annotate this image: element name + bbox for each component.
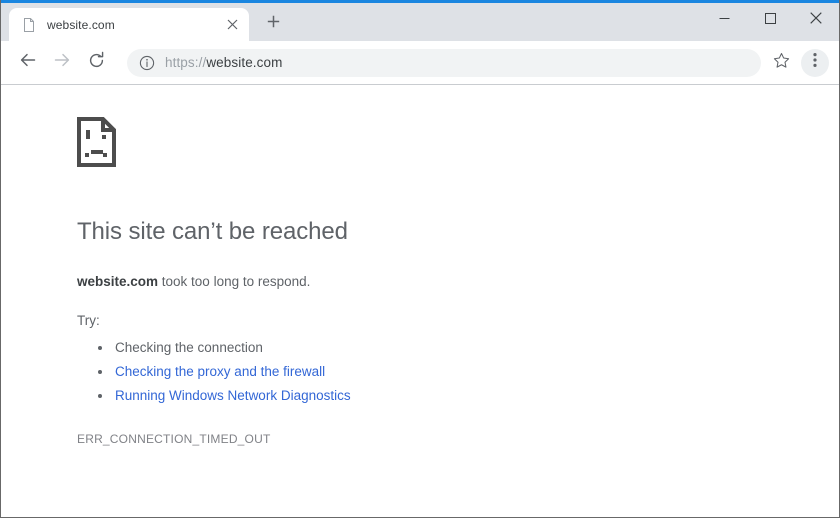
list-item[interactable]: Checking the proxy and the firewall	[98, 360, 779, 384]
browser-menu-button[interactable]	[801, 48, 829, 77]
page-viewport: This site can’t be reached website.com t…	[1, 85, 839, 517]
plus-icon	[267, 15, 280, 33]
error-code: ERR_CONNECTION_TIMED_OUT	[77, 432, 271, 447]
new-tab-button[interactable]	[259, 10, 287, 38]
reload-button[interactable]	[81, 48, 111, 78]
url-host: website.com	[206, 55, 283, 70]
maximize-icon	[764, 11, 776, 29]
minimize-icon	[719, 11, 730, 29]
arrow-left-icon	[18, 50, 38, 75]
minimize-button[interactable]	[701, 3, 747, 36]
info-circle-icon[interactable]	[139, 55, 155, 71]
error-subtitle: website.com took too long to respond.	[77, 272, 779, 292]
url-text: https://website.com	[165, 55, 282, 70]
suggestion-text: Checking the connection	[115, 340, 263, 356]
suggestion-list: Checking the connection Checking the pro…	[77, 336, 779, 408]
back-button[interactable]	[13, 48, 43, 78]
three-dots-vertical-icon	[813, 52, 817, 73]
arrow-right-icon	[52, 50, 72, 75]
maximize-button[interactable]	[747, 3, 793, 36]
tab-title: website.com	[47, 17, 115, 32]
window-controls	[701, 3, 839, 36]
error-subtitle-host: website.com	[77, 273, 159, 289]
browser-toolbar: https://website.com	[1, 41, 839, 85]
reload-icon	[87, 51, 106, 75]
sad-page-icon	[77, 117, 779, 172]
forward-button[interactable]	[47, 48, 77, 78]
page-icon	[21, 17, 37, 33]
close-icon[interactable]	[223, 16, 241, 34]
page-title: This site can’t be reached	[77, 218, 348, 245]
tab-strip: website.com	[1, 3, 839, 41]
close-window-button[interactable]	[793, 3, 839, 36]
list-item[interactable]: Running Windows Network Diagnostics	[98, 384, 779, 408]
suggestion-link[interactable]: Running Windows Network Diagnostics	[115, 388, 351, 403]
list-item: Checking the connection	[98, 336, 779, 360]
address-bar[interactable]: https://website.com	[127, 48, 761, 77]
star-icon	[773, 52, 790, 74]
suggestion-link[interactable]: Checking the proxy and the firewall	[115, 364, 325, 379]
error-subtitle-rest: took too long to respond.	[158, 273, 311, 289]
browser-window: website.com https://website.com This sit…	[0, 0, 840, 518]
url-scheme: https://	[165, 55, 207, 70]
close-icon	[810, 11, 822, 29]
error-content: This site can’t be reached website.com t…	[77, 117, 779, 446]
tab-website[interactable]: website.com	[9, 8, 249, 41]
try-label: Try:	[77, 313, 100, 329]
bookmark-button[interactable]	[767, 49, 795, 77]
